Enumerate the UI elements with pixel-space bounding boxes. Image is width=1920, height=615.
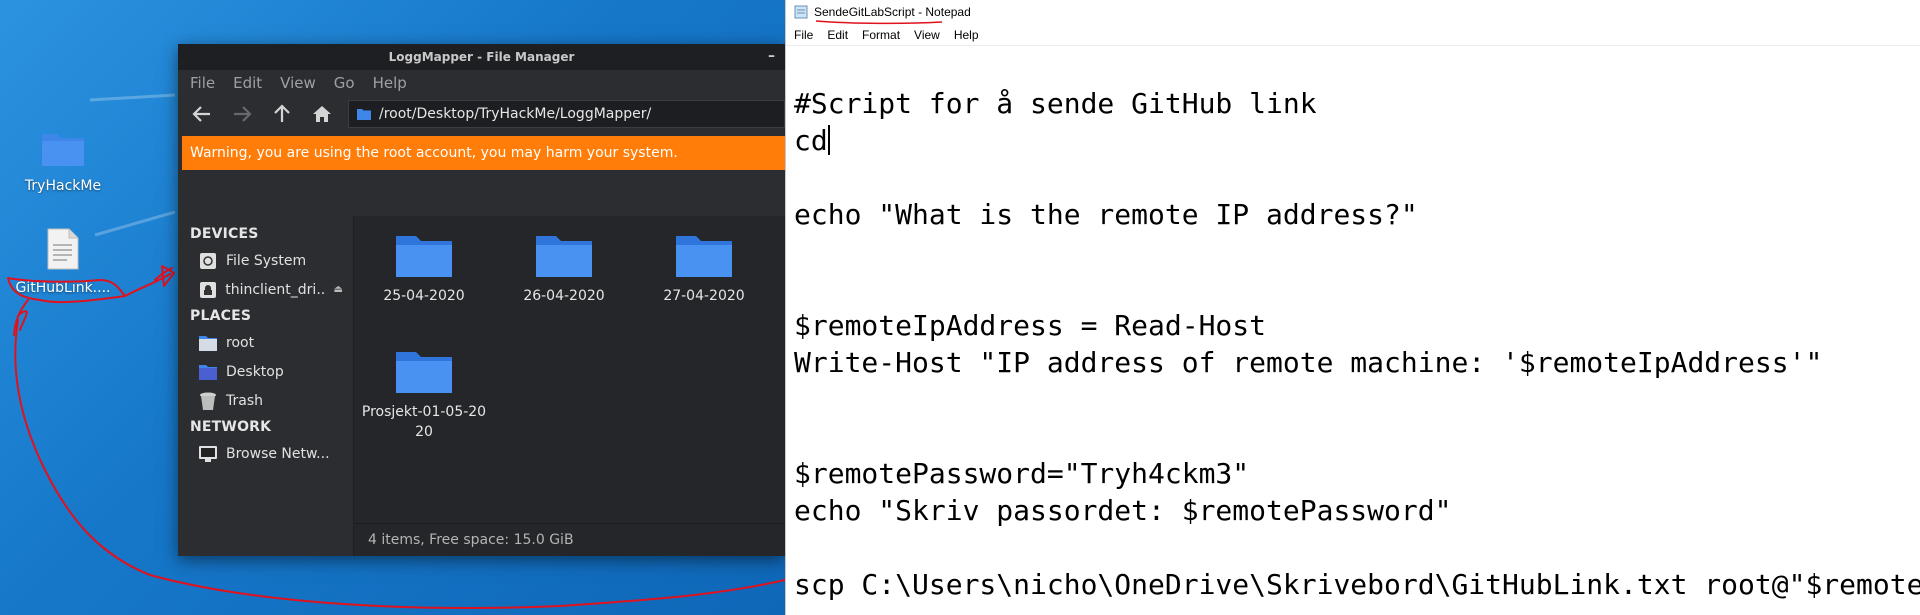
sidebar-header-devices: DEVICES [190, 226, 259, 242]
folder-label: Prosjekt-01-05-20 20 [361, 404, 487, 440]
editor-line: $remotePassword="Tryh4ckm3" [794, 457, 1250, 490]
editor-line: echo "Skriv passordet: $remotePassword" [794, 494, 1452, 527]
sidebar-item-trash[interactable]: Trash [178, 386, 353, 415]
path-bar[interactable]: /root/Desktop/TryHackMe/LoggMapper/ [348, 100, 785, 128]
menu-format[interactable]: Format [862, 28, 900, 42]
notepad-window: SendeGitLabScript - Notepad File Edit Fo… [785, 0, 1920, 615]
sidebar-item-browse-network[interactable]: Browse Netw... [178, 439, 353, 468]
arrow-left-icon [192, 106, 210, 122]
sidebar-item-desktop[interactable]: Desktop [178, 357, 353, 386]
sidebar-item-label: File System [226, 252, 307, 269]
folder-item[interactable]: Prosjekt-01-05-20 20 [354, 326, 494, 462]
sidebar-item-thinclient[interactable]: thinclient_dri... ⏏ [178, 275, 353, 304]
menu-file[interactable]: File [190, 74, 215, 92]
editor-line: Write-Host "IP address of remote machine… [794, 346, 1823, 379]
sidebar-item-file-system[interactable]: File System [178, 246, 353, 275]
window-title-wrap: SendeGitLabScript - Notepad [814, 5, 971, 25]
file-manager-window: LoggMapper - File Manager – File Edit Vi… [178, 44, 785, 556]
folder-icon [357, 109, 371, 120]
status-text: 4 items, Free space: 15.0 GiB [368, 532, 574, 548]
folder-item[interactable]: 27-04-2020 [634, 230, 774, 306]
menu-edit[interactable]: Edit [827, 28, 848, 42]
text-caret [827, 125, 830, 155]
folder-icon [396, 236, 452, 277]
sidebar-item-label: root [226, 334, 255, 351]
window-titlebar[interactable]: SendeGitLabScript - Notepad [786, 0, 1920, 25]
file-manager-body: DEVICES File System thinclient_dri... ⏏ … [178, 216, 785, 556]
path-text: /root/Desktop/TryHackMe/LoggMapper/ [379, 106, 652, 122]
folder-item[interactable]: 26-04-2020 [494, 230, 634, 306]
text-editor[interactable]: #Script for å sende GitHub linkcd​echo "… [794, 48, 1920, 615]
sidebar-header-network: NETWORK [190, 419, 272, 435]
editor-line: ​ [794, 159, 1920, 196]
menu-view[interactable]: View [914, 28, 940, 42]
folder-label: 27-04-2020 [663, 288, 745, 304]
editor-line: $remoteIpAddress = Read-Host [794, 309, 1267, 342]
hard-drive-icon [198, 251, 218, 271]
root-warning-banner: Warning, you are using the root account,… [182, 136, 785, 170]
window-title: SendeGitLabScript - Notepad [814, 5, 971, 19]
desktop: TryHackMe GitHubLink.... LoggMapper - Fi… [0, 0, 785, 615]
menu-view[interactable]: View [280, 74, 316, 92]
folder-icon [536, 236, 592, 277]
sidebar-item-label: Browse Netw... [226, 445, 330, 462]
notepad-icon [794, 5, 808, 19]
forward-button[interactable] [228, 100, 256, 128]
folder-label: 25-04-2020 [383, 288, 465, 304]
up-button[interactable] [268, 100, 296, 128]
editor-line-with-caret: cd [794, 122, 1920, 159]
menu-help[interactable]: Help [373, 74, 407, 92]
editor-line: cd [794, 124, 828, 157]
editor-line: ​ [794, 270, 1920, 307]
editor-line: #Script for å sende GitHub link [794, 87, 1317, 120]
folder-item[interactable]: 25-04-2020 [354, 230, 494, 306]
sidebar: DEVICES File System thinclient_dri... ⏏ … [178, 216, 354, 556]
menu-edit[interactable]: Edit [233, 74, 262, 92]
folder-icon [396, 352, 452, 393]
arrow-right-icon [234, 106, 252, 122]
desktop-folder-icon [198, 362, 218, 382]
menu-bar: File Edit Format View Help [786, 24, 1920, 46]
arrow-up-icon [274, 104, 290, 122]
red-underline [815, 20, 943, 25]
warning-text: Warning, you are using the root account,… [190, 145, 678, 161]
menu-help[interactable]: Help [954, 28, 979, 42]
trash-icon [198, 391, 218, 411]
folder-view: 25-04-2020 26-04-2020 27-04-2020 Prosjek… [354, 216, 785, 556]
window-titlebar[interactable]: LoggMapper - File Manager – [178, 44, 785, 70]
toolbar: /root/Desktop/TryHackMe/LoggMapper/ [178, 96, 785, 132]
folder-label: 26-04-2020 [523, 288, 605, 304]
editor-line: ​ [794, 529, 1920, 566]
sidebar-header-places: PLACES [190, 308, 252, 324]
folder-icon [676, 236, 732, 277]
window-title: LoggMapper - File Manager [388, 50, 575, 64]
eject-icon[interactable]: ⏏ [334, 284, 343, 295]
sidebar-item-label: Trash [226, 392, 263, 409]
home-icon [313, 106, 331, 122]
sidebar-item-label: Desktop [226, 363, 284, 380]
editor-line: echo "What is the remote IP address?" [794, 198, 1418, 231]
menu-file[interactable]: File [794, 28, 813, 42]
home-folder-icon [198, 333, 218, 353]
editor-line: scp C:\Users\nicho\OneDrive\Skrivebord\G… [794, 568, 1920, 601]
menu-go[interactable]: Go [334, 74, 355, 92]
status-bar: 4 items, Free space: 15.0 GiB [354, 523, 785, 556]
back-button[interactable] [188, 100, 216, 128]
home-button[interactable] [308, 100, 336, 128]
editor-line: ​ [794, 381, 1920, 418]
editor-line: ​ [794, 233, 1920, 270]
editor-line: ​ [794, 418, 1920, 455]
sidebar-item-label: thinclient_dri... [225, 281, 326, 298]
menu-bar: File Edit View Go Help [178, 70, 785, 96]
minimize-icon[interactable]: – [768, 48, 775, 64]
sidebar-item-root[interactable]: root [178, 328, 353, 357]
network-drive-icon [198, 280, 217, 300]
monitor-icon [198, 444, 218, 464]
